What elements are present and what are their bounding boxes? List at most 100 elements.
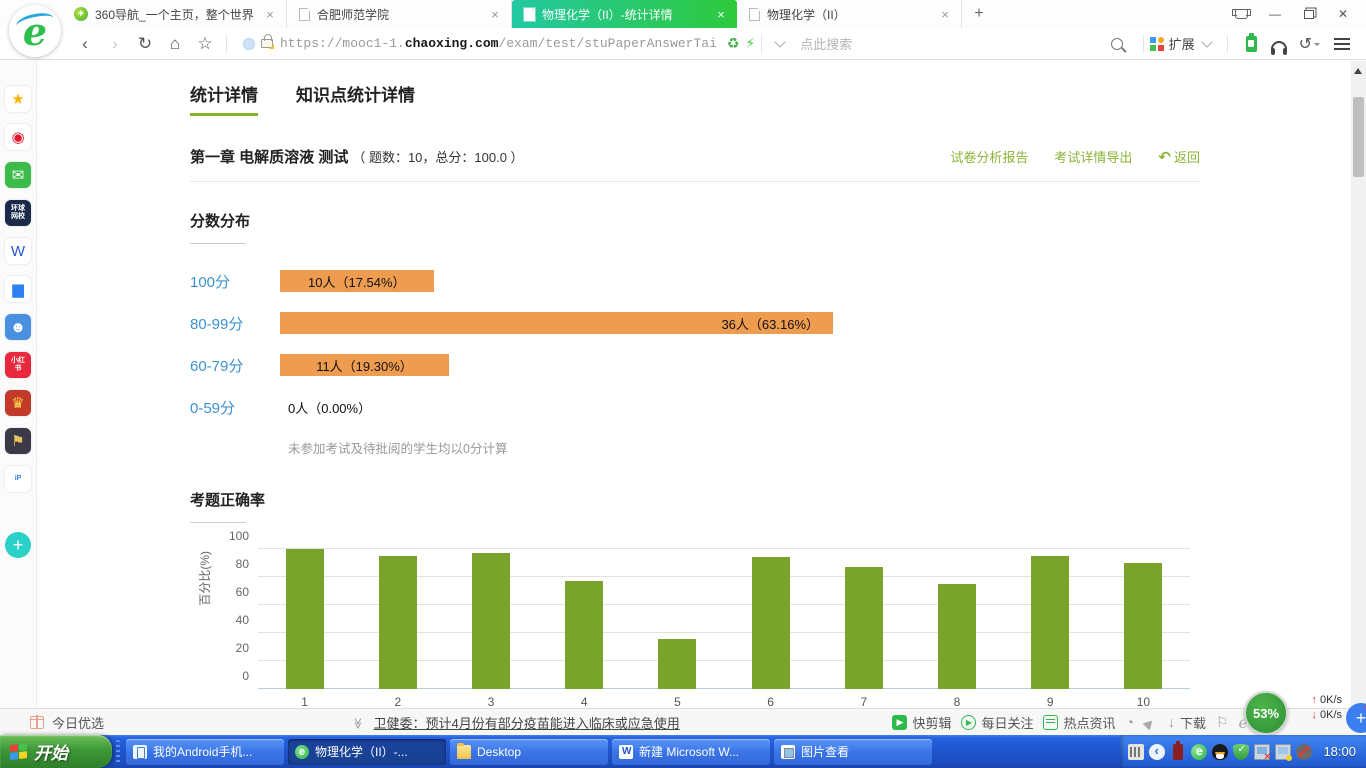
download-button[interactable]: ↓下载 [1168, 713, 1206, 732]
browser-360-logo[interactable]: e [9, 5, 61, 57]
word-doc-icon [619, 745, 633, 759]
game-battle-icon[interactable]: ⚑ [5, 428, 31, 454]
score-bar: 36人（63.16%） [280, 312, 833, 334]
game-emperor-icon[interactable]: ♛ [5, 390, 31, 416]
word-doc-icon[interactable]: W [5, 238, 31, 264]
taskbar-button-label: 新建 Microsoft W... [639, 743, 739, 760]
blocked-icon[interactable] [1296, 744, 1312, 760]
maximize-button[interactable] [1294, 3, 1324, 25]
tab-close-icon[interactable]: × [713, 7, 729, 22]
start-button[interactable]: 开始 [0, 735, 112, 768]
x-tick-label: 1 [258, 695, 351, 708]
browser-tab-1[interactable]: +360导航_一个主页，整个世界× [62, 0, 287, 28]
search-input[interactable]: 点此搜索 [800, 34, 1110, 53]
extensions-grid-icon[interactable] [1150, 37, 1164, 51]
address-url[interactable]: https://mooc1-1.chaoxing.com/exam/test/s… [280, 36, 717, 51]
network-signal-icon[interactable] [1275, 744, 1291, 760]
boost-rocket-icon[interactable] [1142, 714, 1159, 731]
y-tick-label: 40 [219, 613, 249, 627]
hot-news-button[interactable]: 热点资讯 [1043, 713, 1115, 732]
page-tab-2[interactable]: 知识点统计详情 [296, 81, 415, 116]
taskbar-handle[interactable] [116, 740, 120, 764]
paper-analysis-report-link[interactable]: 试卷分析报告 [950, 147, 1028, 166]
new-tab-button[interactable]: + [962, 0, 996, 28]
skin-icon[interactable] [1226, 3, 1256, 25]
battery-icon[interactable] [1173, 744, 1183, 760]
browser-tab-3[interactable]: 物理化学（II）-统计详情× [512, 0, 737, 28]
undo-icon[interactable]: ↺ [1299, 34, 1312, 54]
undo-dropdown-icon[interactable] [1314, 43, 1320, 49]
start-label: 开始 [34, 739, 68, 764]
bar-slots [258, 549, 1190, 689]
news-ticker-link[interactable]: 卫健委：预计4月份有部分疫苗能进入临床或应急使用 [374, 713, 680, 732]
tab-close-icon[interactable]: × [262, 7, 278, 22]
back-link[interactable]: ↶返回 [1158, 147, 1200, 166]
refresh-icon[interactable]: ↻ [130, 34, 160, 54]
page-tab-1[interactable]: 统计详情 [190, 81, 258, 116]
taskbar-button[interactable]: 我的Android手机... [126, 739, 284, 765]
ad-filter-icon[interactable]: ♻ [727, 35, 740, 52]
quick-clip-button[interactable]: ▶快剪辑 [892, 713, 951, 732]
xiaohongshu-icon[interactable]: 小红 书 [5, 352, 31, 378]
page-content: 统计详情知识点统计详情 第一章 电解质溶液 测试 （ 题数：10，总分：100.… [38, 61, 1351, 708]
ip-proxy-icon[interactable]: iP [5, 466, 31, 492]
game-sea-icon[interactable]: ☻ [5, 314, 31, 340]
browser-tab-2[interactable]: 合肥师范学院× [287, 0, 512, 28]
keyboard-icon[interactable] [1128, 744, 1144, 760]
sidebar-add-app-icon[interactable]: + [5, 532, 31, 558]
page-icon [749, 8, 760, 21]
battery-saver-icon[interactable] [1246, 36, 1257, 52]
exam-detail-export-link[interactable]: 考试详情导出 [1054, 147, 1132, 166]
score-row: 100分10人（17.54%） [190, 270, 1200, 292]
taskbar-button[interactable]: 新建 Microsoft W... [612, 739, 770, 765]
taskbar-button[interactable]: 图片查看 [774, 739, 932, 765]
lock-icon [261, 39, 273, 48]
favorites-star-icon[interactable]: ★ [5, 86, 31, 112]
speed-gauge-icon[interactable]: ◔ [1125, 714, 1133, 730]
home-icon[interactable]: ⌂ [160, 34, 190, 54]
taskbar-button[interactable]: Desktop [450, 739, 608, 765]
minimize-button[interactable]: — [1260, 3, 1290, 25]
mail-icon[interactable]: ✉ [5, 162, 31, 188]
network-error-icon[interactable] [1254, 744, 1270, 760]
chart-bar-q10 [1124, 563, 1162, 689]
memory-percent-badge[interactable]: 53% [1244, 691, 1288, 735]
weibo-icon[interactable]: ◉ [5, 124, 31, 150]
tab-close-icon[interactable]: × [487, 7, 503, 22]
score-bar-zone: 36人（63.16%） [280, 312, 1200, 334]
daily-follow-button[interactable]: ▶每日关注 [961, 713, 1033, 732]
tab-close-icon[interactable]: × [937, 7, 953, 22]
chart-x-labels: 12345678910 [258, 695, 1190, 708]
divider [1143, 35, 1144, 53]
taskbar-button[interactable]: e物理化学（II）-... [288, 739, 446, 765]
scroll-up-icon[interactable] [1354, 64, 1362, 74]
extensions-dropdown-icon[interactable] [1201, 36, 1212, 47]
listen-mode-icon[interactable] [1271, 41, 1287, 51]
bookmark-star-icon[interactable]: ☆ [190, 34, 220, 54]
search-icon[interactable] [1111, 38, 1123, 50]
today-pick-link[interactable]: 今日优选 [52, 713, 104, 732]
language-chevron-icon[interactable] [1149, 744, 1165, 760]
whale-reader-icon[interactable]: ▆ [5, 276, 31, 302]
menu-icon[interactable] [1334, 38, 1350, 50]
speed-mode-icon[interactable]: ⚡ [745, 35, 755, 52]
shield-icon[interactable] [1233, 744, 1249, 760]
back-icon[interactable]: ‹ [70, 34, 100, 54]
green-e-icon[interactable]: e [1191, 744, 1207, 760]
extensions-label[interactable]: 扩展 [1169, 34, 1195, 53]
site-info-icon[interactable] [243, 38, 255, 50]
qq-icon[interactable] [1212, 744, 1228, 760]
scrollbar-thumb[interactable] [1353, 97, 1364, 177]
divider [226, 35, 227, 53]
x-tick-label: 3 [444, 695, 537, 708]
flag-icon[interactable]: ⚐ [1216, 714, 1229, 731]
close-button[interactable]: ✕ [1328, 3, 1358, 25]
browser-tab-4[interactable]: 物理化学（II）× [737, 0, 962, 28]
tab-title: 360导航_一个主页，整个世界 [95, 6, 255, 23]
url-dropdown-icon[interactable] [775, 36, 786, 47]
score-bar-zone: 0人（0.00%） [280, 396, 1200, 418]
clock: 18:00 [1323, 744, 1356, 759]
huanqiu-wangxiao-icon[interactable]: 环球 网校 [5, 200, 31, 226]
forward-icon[interactable]: › [100, 34, 130, 54]
vertical-scrollbar[interactable] [1351, 61, 1366, 708]
